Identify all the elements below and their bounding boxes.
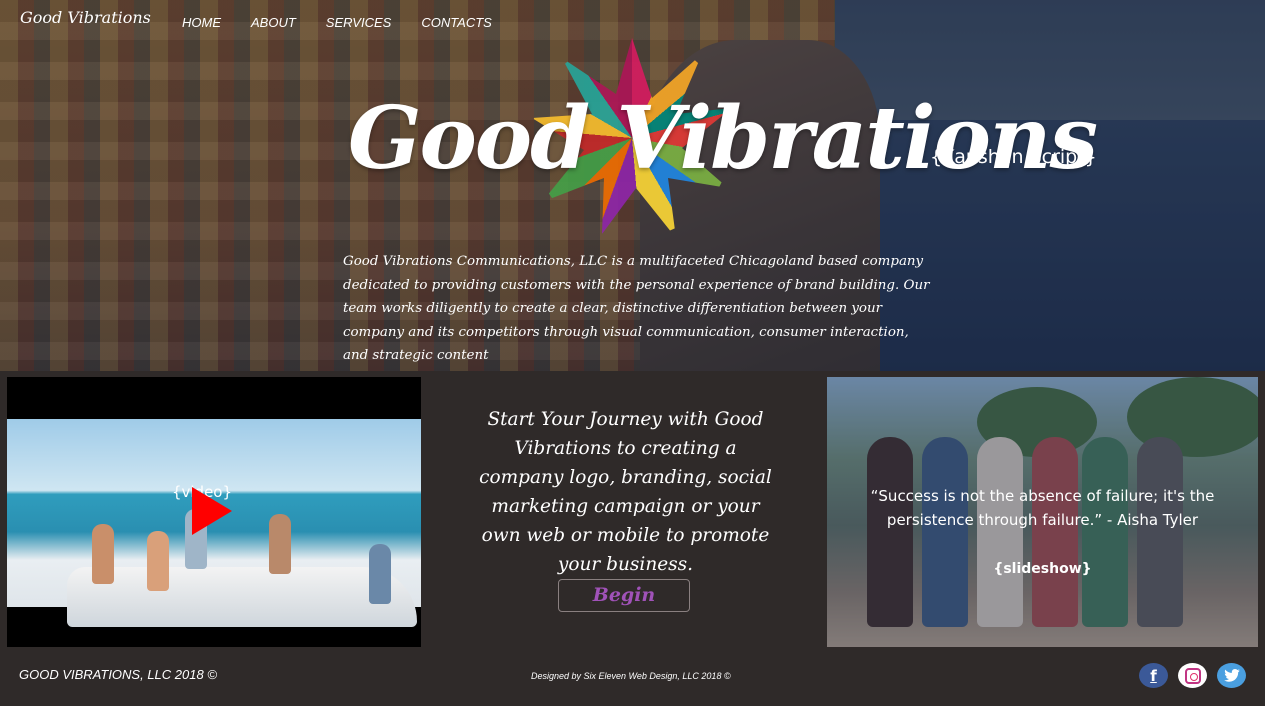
site-logo[interactable]: Good Vibrations	[20, 8, 151, 27]
video-boat	[67, 567, 417, 627]
main-nav: HOME ABOUT SERVICES CONTACTS	[182, 15, 522, 30]
facebook-glyph: f	[1150, 666, 1157, 685]
slideshow-quote: “Success is not the absence of failure; …	[870, 487, 1215, 529]
twitter-icon[interactable]	[1217, 663, 1246, 688]
begin-button[interactable]: Begin	[558, 579, 690, 612]
intro-paragraph: Good Vibrations Communications, LLC is a…	[343, 254, 930, 363]
instagram-glyph	[1184, 667, 1201, 684]
slideshow[interactable]: “Success is not the absence of failure; …	[827, 377, 1258, 647]
slideshow-label: {slideshow}	[993, 561, 1092, 577]
logo-text: Good Vibrations	[20, 8, 151, 27]
video-person	[147, 531, 169, 591]
footer-credit[interactable]: Designed by Six Eleven Web Design, LLC 2…	[531, 671, 731, 681]
video-person	[269, 514, 291, 574]
nav-about[interactable]: ABOUT	[251, 15, 296, 30]
footer-copyright: GOOD VIBRATIONS, LLC 2018 ©	[19, 667, 217, 682]
nav-home[interactable]: HOME	[182, 15, 221, 30]
hero-title: Good Vibrations	[348, 88, 1098, 189]
nav-services[interactable]: SERVICES	[326, 15, 392, 30]
video-person	[92, 524, 114, 584]
facebook-icon[interactable]: f	[1139, 663, 1168, 688]
nav-contacts[interactable]: CONTACTS	[421, 15, 492, 30]
cta-text: Start Your Journey with Good Vibrations …	[479, 409, 772, 575]
twitter-bird-icon	[1223, 669, 1240, 682]
video-person	[369, 544, 391, 604]
instagram-icon[interactable]	[1178, 663, 1207, 688]
font-note: {Kaushan Script}	[930, 146, 1097, 168]
play-icon[interactable]	[192, 487, 232, 535]
